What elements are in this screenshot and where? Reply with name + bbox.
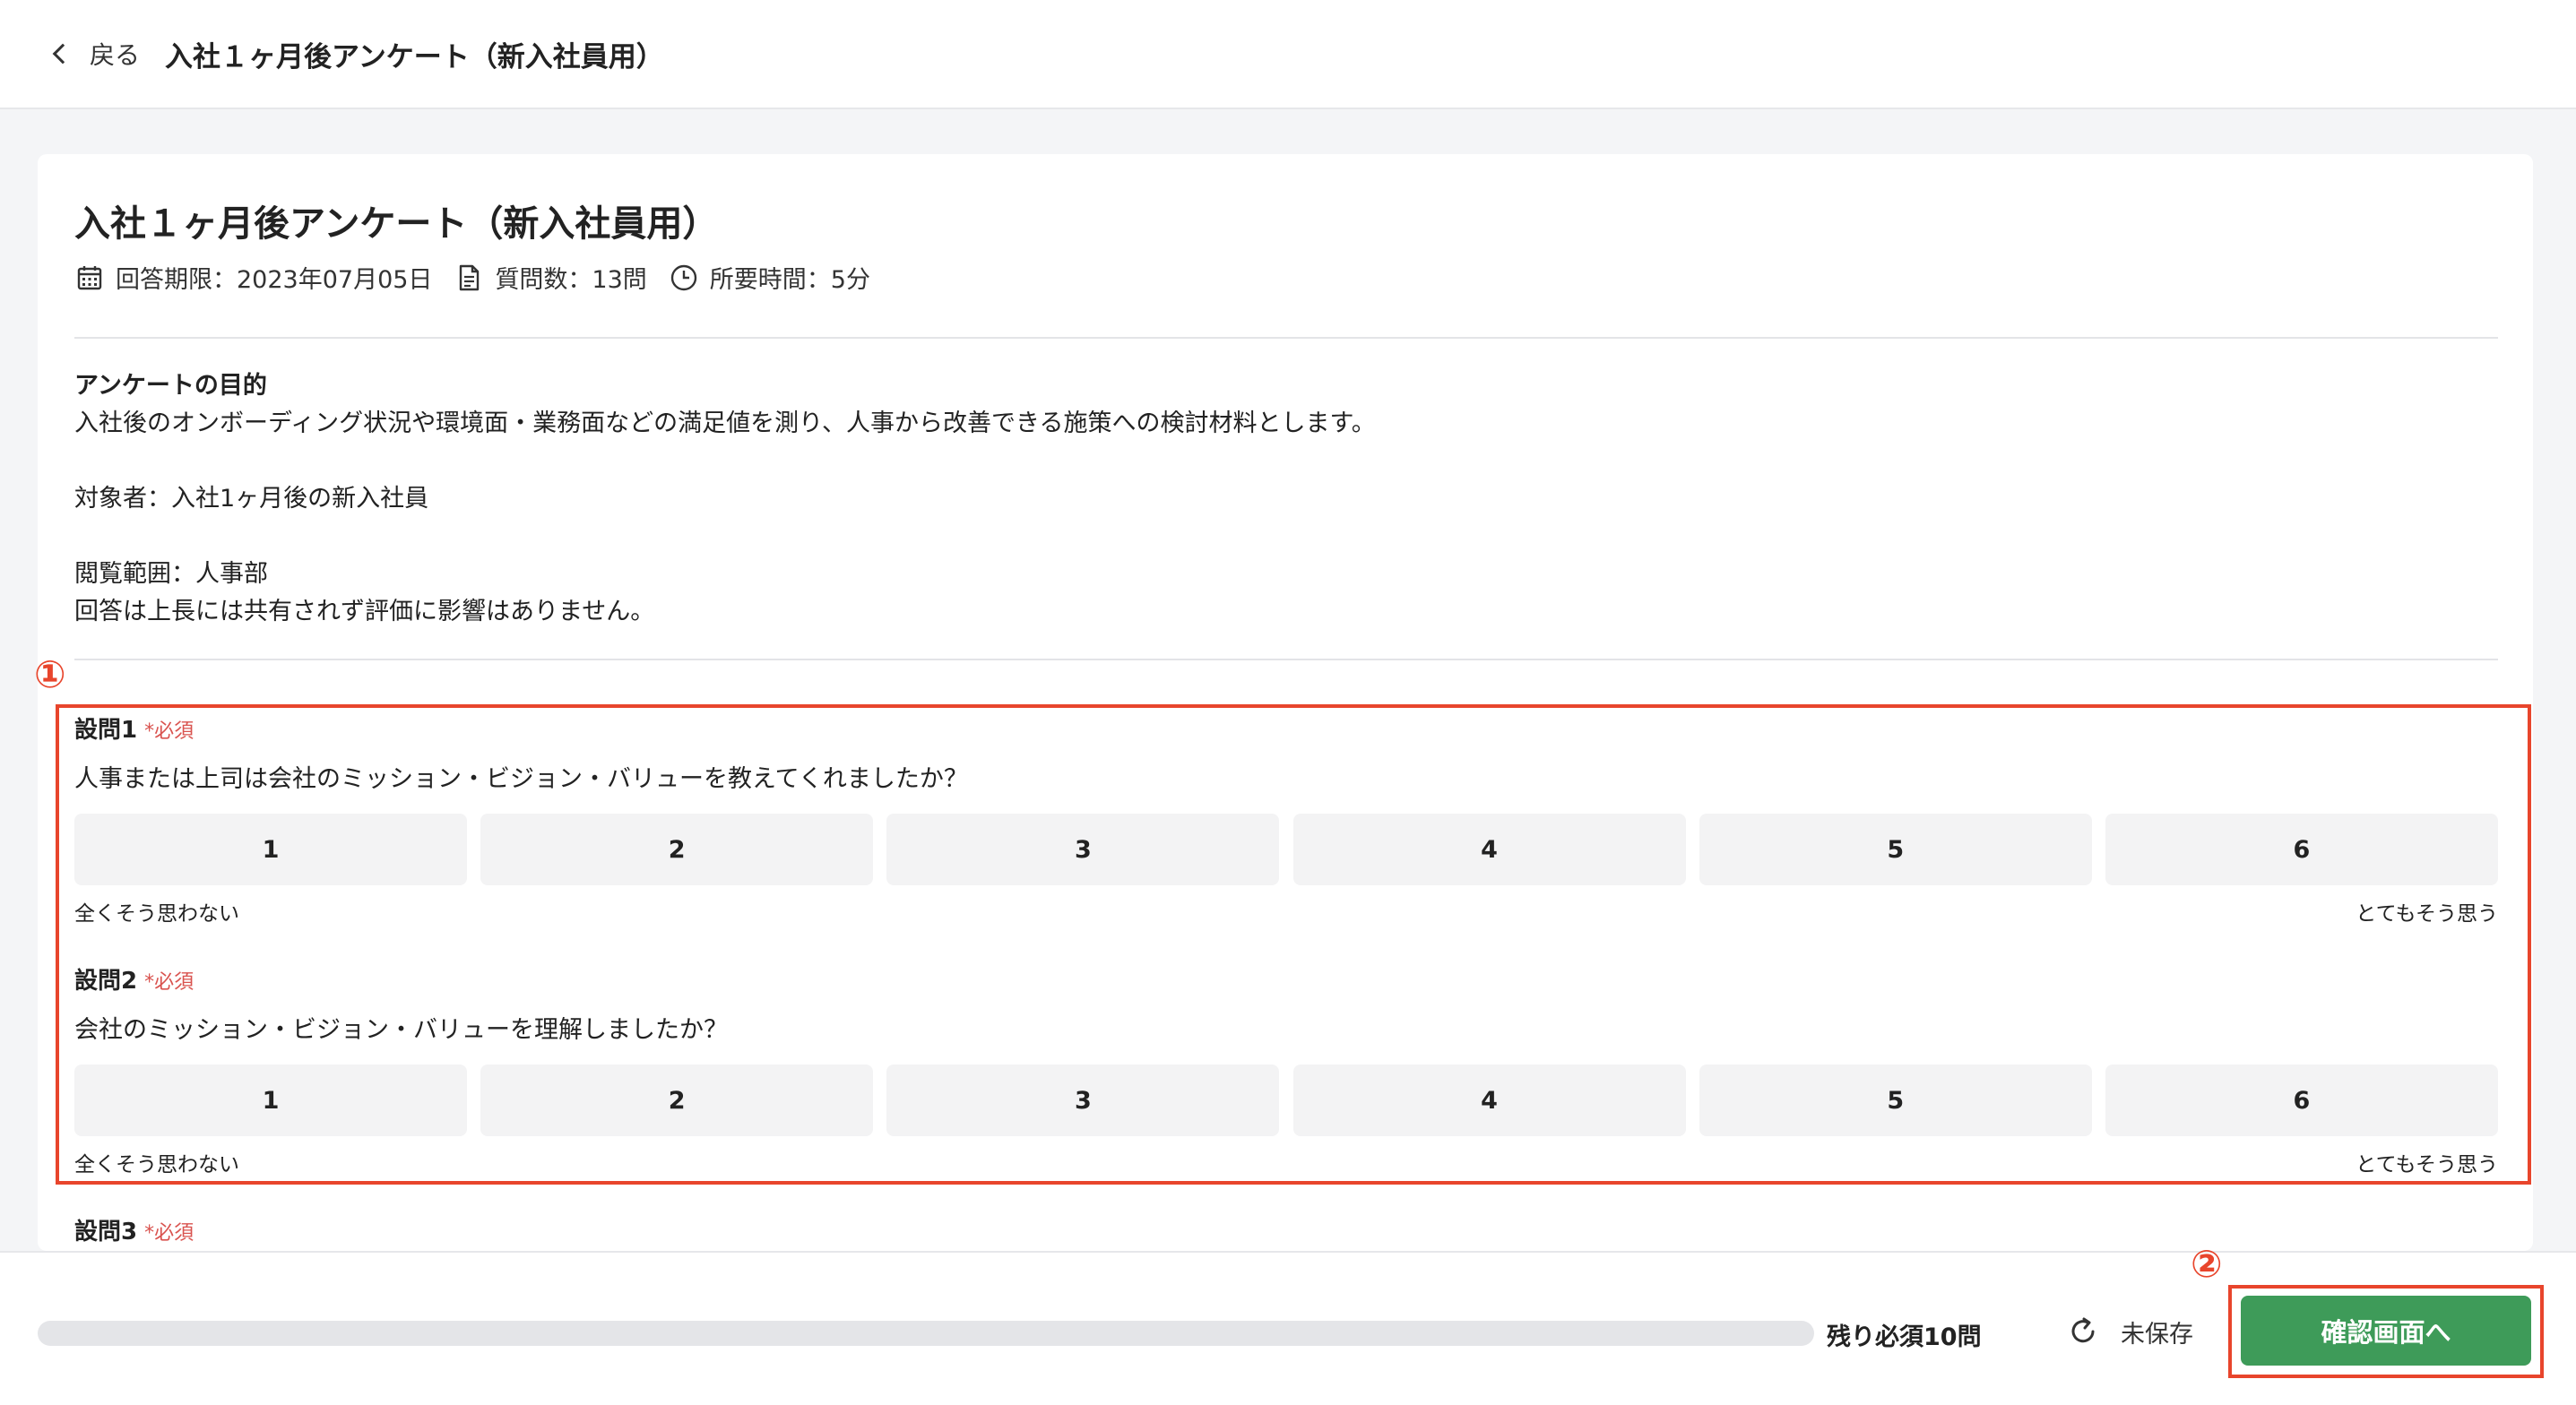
survey-meta: 回答期限：2023年07月05日 質問数：13問 所要時間：5分 xyxy=(74,260,892,295)
question-number: 設問3 xyxy=(74,1219,138,1246)
save-status: 未保存 xyxy=(2065,1314,2193,1349)
top-bar: 戻る 入社１ヶ月後アンケート（新入社員用） xyxy=(0,0,2576,109)
deadline-meta: 回答期限：2023年07月05日 xyxy=(74,260,432,295)
survey-title: 入社１ヶ月後アンケート（新入社員用） xyxy=(74,203,719,245)
document-icon xyxy=(460,264,480,290)
footer-bar: 残り必須10問 未保存 確認画面へ xyxy=(0,1251,2576,1405)
annotation-marker-2: ② xyxy=(2191,1242,2223,1286)
divider xyxy=(74,659,2498,660)
target-text: 対象者：入社1ヶ月後の新入社員 xyxy=(74,485,429,513)
viewing-scope-text: 閲覧範囲：人事部 xyxy=(74,560,268,588)
purpose-text: 入社後のオンボーディング状況や環境面・業務面などの満足値を測り、人事から改善でき… xyxy=(74,409,1376,437)
header-title: 入社１ヶ月後アンケート（新入社員用） xyxy=(165,40,664,73)
save-status-label: 未保存 xyxy=(2121,1320,2193,1349)
duration-meta: 所要時間：5分 xyxy=(669,260,870,295)
note-text: 回答は上長には共有されず評価に影響はありません。 xyxy=(74,598,655,625)
clock-icon xyxy=(670,264,696,290)
question-count-text: 質問数：13問 xyxy=(495,266,647,294)
deadline-text: 回答期限：2023年07月05日 xyxy=(116,266,433,294)
purpose-title: アンケートの目的 xyxy=(74,372,267,400)
question-3: 設問3 *必須 xyxy=(74,1213,2498,1246)
question-count-meta: 質問数：13問 xyxy=(454,260,647,295)
annotation-box-2 xyxy=(2228,1285,2544,1378)
chevron-left-icon xyxy=(52,43,73,65)
calendar-icon xyxy=(77,265,102,289)
annotation-box-1 xyxy=(56,704,2531,1185)
duration-text: 所要時間：5分 xyxy=(709,266,870,294)
back-button[interactable]: 戻る xyxy=(52,36,141,72)
refresh-icon xyxy=(2071,1317,2095,1343)
progress-bar xyxy=(38,1321,1814,1346)
divider xyxy=(74,337,2498,339)
annotation-marker-1: ① xyxy=(34,652,66,696)
required-badge: *必須 xyxy=(144,1222,194,1245)
remaining-required-count: 残り必須10問 xyxy=(1827,1323,1982,1351)
back-label: 戻る xyxy=(90,40,141,70)
survey-description: アンケートの目的 入社後のオンボーディング状況や環境面・業務面などの満足値を測り… xyxy=(74,367,1376,631)
